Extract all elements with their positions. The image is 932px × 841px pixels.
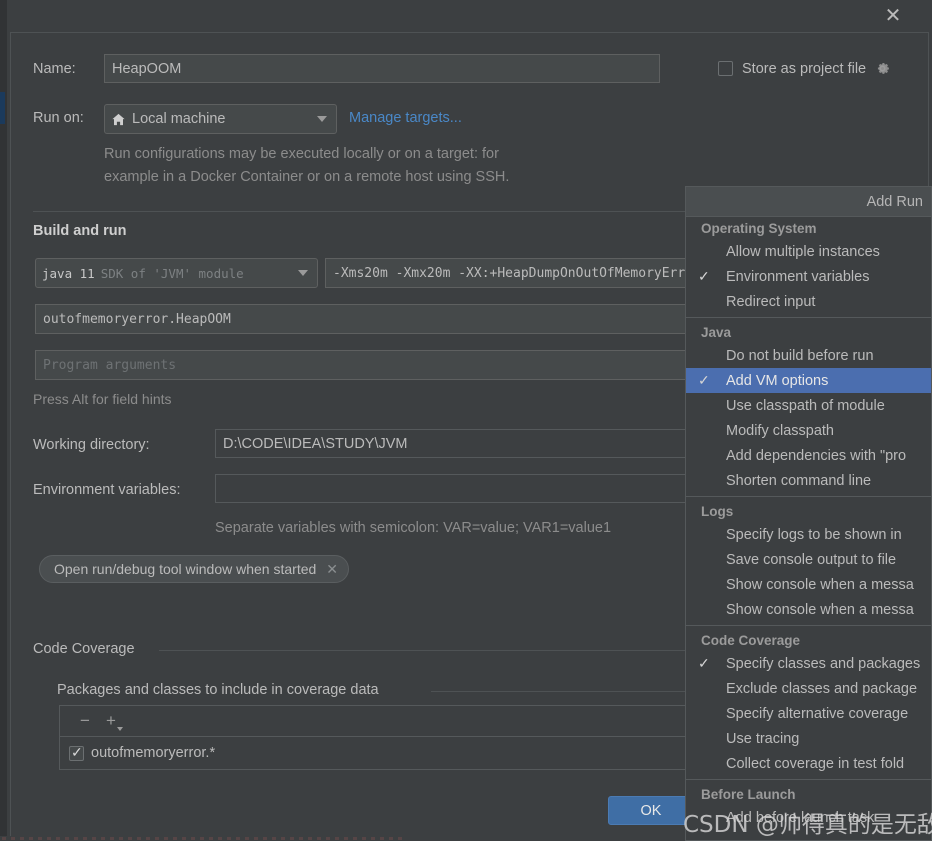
menu-item-label: Add before launch task [726, 809, 875, 826]
home-icon [111, 112, 126, 127]
store-as-project-file-checkbox[interactable] [718, 61, 733, 76]
menu-item-collect-coverage-in-test-fold[interactable]: Collect coverage in test fold [686, 751, 931, 776]
menu-item-label: Exclude classes and package [726, 680, 918, 697]
jdk-name: java 11 [42, 265, 95, 281]
check-icon: ✓ [698, 655, 710, 671]
coverage-row-value: outofmemoryerror.* [91, 745, 216, 761]
build-and-run-header: Build and run [33, 223, 127, 239]
menu-header: Add Run [686, 187, 931, 217]
field-hints-text: Press Alt for field hints [33, 391, 172, 407]
manage-targets-link[interactable]: Manage targets... [349, 110, 462, 126]
jdk-module: SDK of 'JVM' module [100, 265, 244, 281]
close-icon[interactable]: ✕ [878, 1, 908, 31]
ide-left-gutter [0, 0, 7, 841]
jdk-combo[interactable]: java 11 SDK of 'JVM' module [35, 258, 318, 288]
menu-item-modify-classpath[interactable]: Modify classpath [686, 418, 931, 443]
menu-item-show-console-when-a-messa[interactable]: Show console when a messa [686, 597, 931, 622]
editor-error-stripe [2, 837, 402, 840]
menu-item-redirect-input[interactable]: Redirect input [686, 289, 931, 314]
run-on-hint-line1: Run configurations may be executed local… [104, 146, 499, 162]
menu-item-label: Do not build before run [726, 347, 874, 364]
menu-item-label: Specify alternative coverage [726, 705, 909, 722]
menu-item-save-console-output-to-file[interactable]: Save console output to file [686, 547, 931, 572]
menu-item-label: Allow multiple instances [726, 243, 880, 260]
menu-item-label: Show console when a messa [726, 601, 914, 618]
menu-group-title: Java [701, 325, 732, 340]
menu-item-label: Specify logs to be shown in [726, 526, 902, 543]
name-label: Name: [33, 61, 76, 77]
name-input[interactable]: HeapOOM [104, 54, 660, 83]
menu-item-label: Show console when a messa [726, 576, 914, 593]
menu-item-specify-logs-to-be-shown-in[interactable]: Specify logs to be shown in [686, 522, 931, 547]
menu-item-exclude-classes-and-package[interactable]: Exclude classes and package [686, 676, 931, 701]
dialog-title-bar: ✕ [7, 0, 932, 32]
bottom-strip [0, 836, 685, 841]
menu-item-add-before-launch-task[interactable]: Add before launch task [686, 805, 931, 830]
menu-item-label: Use tracing [726, 730, 800, 747]
code-coverage-header: Code Coverage [33, 641, 135, 657]
menu-separator [686, 779, 931, 780]
menu-separator [686, 625, 931, 626]
menu-item-use-tracing[interactable]: Use tracing [686, 726, 931, 751]
ok-button[interactable]: OK [608, 796, 694, 825]
vm-options-input[interactable]: -Xms20m -Xmx20m -XX:+HeapDumpOnOutOfMemo… [325, 258, 698, 288]
menu-item-specify-classes-and-packages[interactable]: ✓ Specify classes and packages [686, 651, 931, 676]
environment-variables-input[interactable] [215, 474, 698, 503]
coverage-row-checkbox[interactable] [69, 744, 84, 761]
menu-group-title: Code Coverage [701, 633, 801, 648]
menu-item-label: Use classpath of module [726, 397, 885, 414]
menu-group-title: Before Launch [701, 787, 796, 802]
run-on-target-value: Local machine [132, 111, 226, 127]
menu-item-add-dependencies-with-pro[interactable]: Add dependencies with "pro [686, 443, 931, 468]
menu-separator [686, 496, 931, 497]
program-arguments-input[interactable]: Program arguments [35, 350, 698, 380]
menu-group-title: Operating System [701, 221, 817, 236]
environment-variables-label: Environment variables: [33, 482, 181, 498]
store-as-project-file-label: Store as project file [742, 60, 867, 77]
environment-variables-hint: Separate variables with semicolon: VAR=v… [215, 520, 612, 536]
menu-item-allow-multiple-instances[interactable]: Allow multiple instances [686, 239, 931, 264]
check-icon: ✓ [698, 372, 710, 388]
menu-item-label: Specify classes and packages [726, 655, 921, 672]
gear-icon[interactable] [874, 60, 891, 77]
chevron-down-icon[interactable] [298, 270, 308, 276]
menu-item-label: Redirect input [726, 293, 816, 310]
menu-item-label: Modify classpath [726, 422, 834, 439]
working-directory-input[interactable]: D:\CODE\IDEA\STUDY\JVM [215, 429, 698, 458]
close-icon[interactable]: ✕ [326, 561, 338, 578]
run-on-target-combo[interactable]: Local machine [104, 104, 337, 134]
open-tool-window-chip-label: Open run/debug tool window when started [54, 561, 317, 577]
run-on-hint-line2: example in a Docker Container or on a re… [104, 169, 510, 185]
menu-item-use-classpath-of-module[interactable]: Use classpath of module [686, 393, 931, 418]
check-icon: ✓ [698, 268, 710, 284]
menu-item-environment-variables[interactable]: ✓ Environment variables [686, 264, 931, 289]
menu-separator [686, 317, 931, 318]
menu-item-show-console-when-a-messa[interactable]: Show console when a messa [686, 572, 931, 597]
menu-body: Operating System Allow multiple instances… [686, 217, 931, 830]
coverage-packages-header: Packages and classes to include in cover… [57, 682, 379, 698]
store-as-project-file-row[interactable]: Store as project file [718, 60, 891, 77]
add-run-options-menu[interactable]: Add Run Operating System Allow multiple i… [685, 186, 932, 841]
ide-active-tab-marker [0, 92, 5, 124]
remove-icon[interactable]: − [72, 710, 98, 732]
menu-item-label: Shorten command line [726, 472, 872, 489]
menu-item-label: Add dependencies with "pro [726, 447, 907, 464]
run-on-label: Run on: [33, 110, 84, 126]
chevron-down-icon[interactable] [117, 727, 123, 731]
main-class-input[interactable]: outofmemoryerror.HeapOOM [35, 304, 698, 334]
add-icon[interactable]: + [98, 710, 124, 732]
menu-group-title: Logs [701, 504, 734, 519]
chevron-down-icon[interactable] [317, 116, 327, 122]
menu-item-label: Collect coverage in test fold [726, 755, 905, 772]
open-tool-window-chip[interactable]: Open run/debug tool window when started … [39, 555, 350, 583]
menu-item-label: Add VM options [726, 372, 829, 389]
menu-item-label: Environment variables [726, 268, 870, 285]
menu-item-label: Save console output to file [726, 551, 897, 568]
menu-item-add-vm-options[interactable]: ✓ Add VM options [686, 368, 931, 393]
working-directory-label: Working directory: [33, 437, 150, 453]
menu-item-specify-alternative-coverage[interactable]: Specify alternative coverage [686, 701, 931, 726]
menu-item-shorten-command-line[interactable]: Shorten command line [686, 468, 931, 493]
menu-item-do-not-build-before-run[interactable]: Do not build before run [686, 343, 931, 368]
